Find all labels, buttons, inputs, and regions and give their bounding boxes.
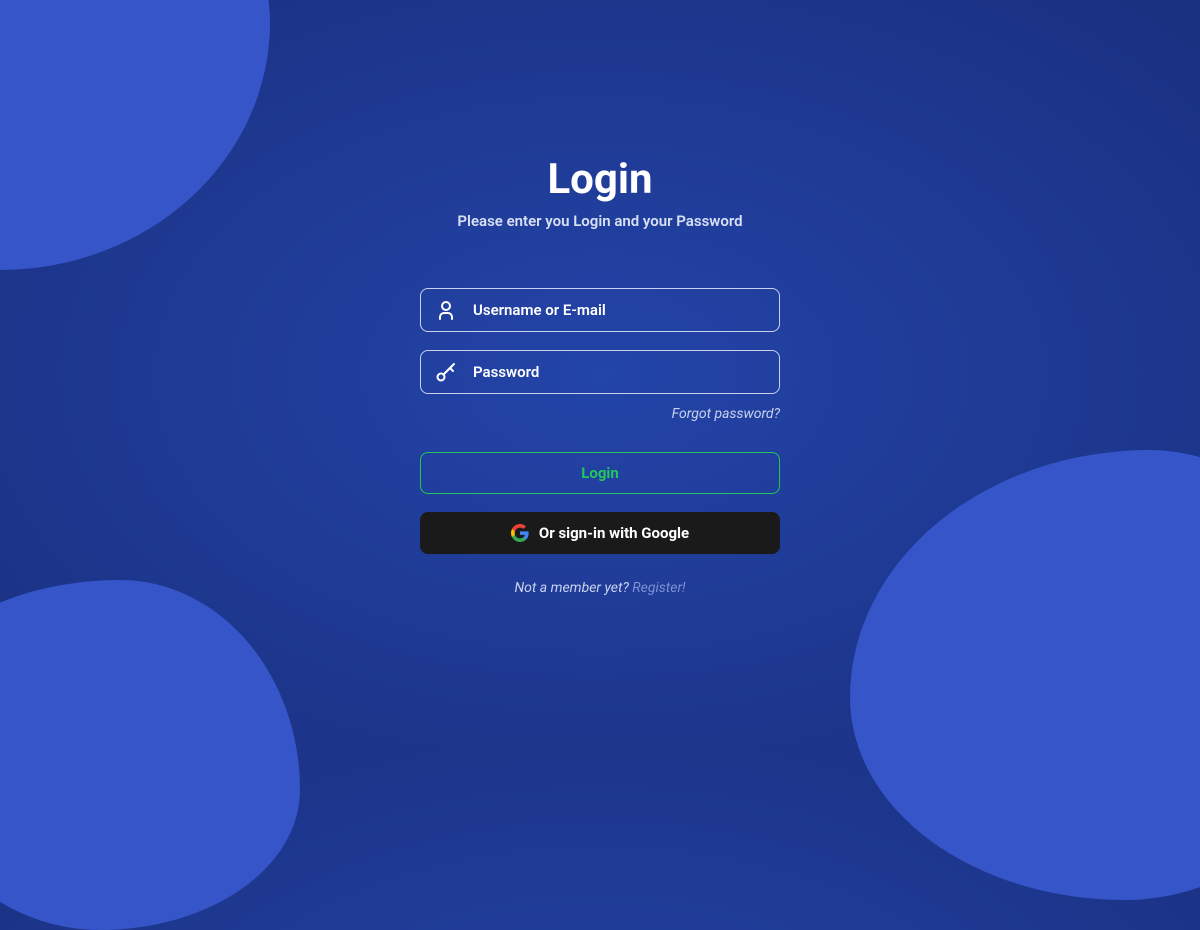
login-form: Login Please enter you Login and your Pa…	[420, 155, 780, 596]
decorative-blob	[0, 580, 300, 930]
register-prompt: Not a member yet?	[514, 580, 632, 596]
google-icon	[511, 524, 529, 542]
google-signin-button[interactable]: Or sign-in with Google	[420, 512, 780, 554]
register-row: Not a member yet? Register!	[514, 580, 685, 596]
login-button[interactable]: Login	[420, 452, 780, 494]
password-field-wrapper	[420, 350, 780, 412]
decorative-blob	[0, 0, 270, 270]
user-icon	[434, 298, 458, 322]
page-subtitle: Please enter you Login and your Password	[457, 212, 742, 230]
username-input[interactable]	[420, 288, 780, 332]
google-button-label: Or sign-in with Google	[539, 524, 689, 542]
page-title: Login	[547, 155, 652, 204]
register-link[interactable]: Register!	[632, 580, 685, 596]
decorative-blob	[850, 450, 1200, 900]
password-input[interactable]	[420, 350, 780, 394]
username-field-wrapper	[420, 288, 780, 350]
key-icon	[434, 360, 458, 384]
